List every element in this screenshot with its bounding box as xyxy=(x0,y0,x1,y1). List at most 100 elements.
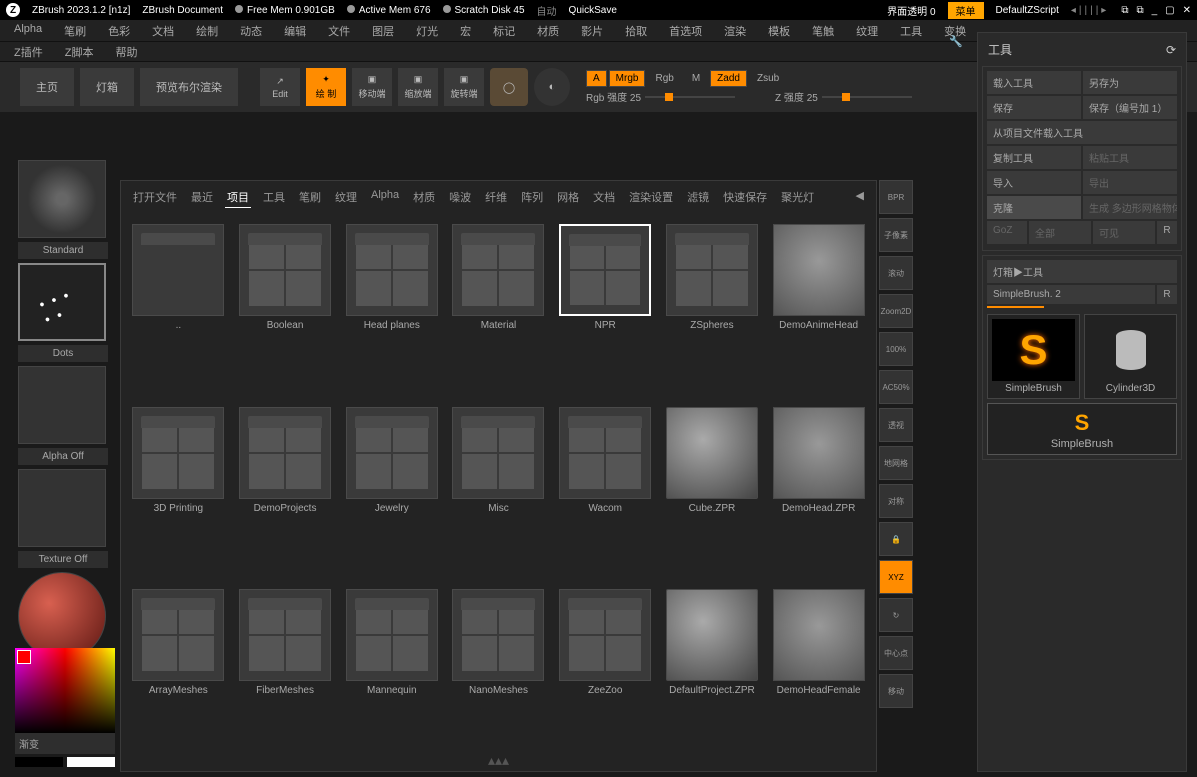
lightbox-item[interactable]: ArrayMeshes xyxy=(131,589,226,760)
canvas-tool-button[interactable]: BPR xyxy=(879,180,913,214)
canvas-tool-button[interactable]: 滚动 xyxy=(879,256,913,290)
menu-item[interactable]: Alpha xyxy=(10,23,46,39)
alpha-preview[interactable] xyxy=(18,366,106,444)
goz-all-button[interactable]: 全部 xyxy=(1029,221,1091,244)
clone-button[interactable]: 克隆 xyxy=(987,196,1081,219)
canvas-tool-button[interactable]: 子像素 xyxy=(879,218,913,252)
lightbox-tab[interactable]: 网格 xyxy=(555,187,581,208)
menu-item[interactable]: 笔刷 xyxy=(60,23,90,39)
lightbox-item[interactable]: DemoHeadFemale xyxy=(771,589,866,760)
lightbox-tab[interactable]: 项目 xyxy=(225,187,251,208)
switch-color[interactable] xyxy=(67,757,115,767)
lightbox-item[interactable]: Jewelry xyxy=(344,407,439,578)
quicksave-button[interactable]: QuickSave xyxy=(569,5,617,16)
canvas-tool-button[interactable]: 移动 xyxy=(879,674,913,708)
lightbox-item[interactable]: ZeeZoo xyxy=(558,589,653,760)
zsub-mode[interactable]: Zsub xyxy=(749,71,787,86)
canvas-tool-button[interactable]: 🔒 xyxy=(879,522,913,556)
menu-item[interactable]: Z脚本 xyxy=(61,44,98,60)
lightbox-item[interactable]: Misc xyxy=(451,407,546,578)
lightbox-item[interactable]: Cube.ZPR xyxy=(665,407,760,578)
tool-thumb-simplebrush[interactable]: S SimpleBrush xyxy=(987,314,1080,399)
save-as-button[interactable]: 另存为 xyxy=(1083,71,1177,94)
current-tool-label[interactable]: SimpleBrush. 2 xyxy=(987,285,1155,304)
goz-visible-button[interactable]: 可见 xyxy=(1093,221,1155,244)
menu-item[interactable]: 工具 xyxy=(896,23,926,39)
collapse-handle-icon[interactable]: ▴▴▴ xyxy=(488,752,509,769)
menu-item[interactable]: 拾取 xyxy=(621,23,651,39)
goz-r-button[interactable]: R xyxy=(1157,221,1177,244)
zadd-mode[interactable]: Zadd xyxy=(710,70,747,87)
close-icon[interactable]: ✕ xyxy=(1183,5,1191,16)
lightbox-tab[interactable]: 聚光灯 xyxy=(779,187,816,208)
lightbox-item[interactable]: DemoAnimeHead xyxy=(771,224,866,395)
load-from-project-button[interactable]: 从项目文件载入工具 xyxy=(987,121,1177,144)
menu-item[interactable]: 纹理 xyxy=(852,23,882,39)
move-mode-button[interactable]: ▣移动端 xyxy=(352,68,392,106)
edit-mode-button[interactable]: ↗Edit xyxy=(260,68,300,106)
lightbox-tab[interactable]: 最近 xyxy=(189,187,215,208)
history-slider-icon[interactable]: ◂||||▸ xyxy=(1071,5,1109,16)
canvas-tool-button[interactable]: 中心点 xyxy=(879,636,913,670)
lightbox-item[interactable]: 3D Printing xyxy=(131,407,226,578)
lightbox-button[interactable]: 灯箱 xyxy=(80,68,134,106)
material-preview[interactable] xyxy=(18,572,106,660)
lightbox-tab[interactable]: Alpha xyxy=(369,187,401,208)
draw-mode-button[interactable]: ✦绘 制 xyxy=(306,68,346,106)
z-intensity-slider[interactable]: Z 强度 25 xyxy=(775,89,912,104)
lightbox-tab[interactable]: 工具 xyxy=(261,187,287,208)
lightbox-item[interactable]: Boolean xyxy=(238,224,333,395)
save-button[interactable]: 保存 xyxy=(987,96,1081,119)
menu-item[interactable]: 色彩 xyxy=(104,23,134,39)
lightbox-item[interactable]: NanoMeshes xyxy=(451,589,546,760)
menu-item[interactable]: 灯光 xyxy=(412,23,442,39)
menu-item[interactable]: 材质 xyxy=(533,23,563,39)
lightbox-tab[interactable]: 文档 xyxy=(591,187,617,208)
current-tool-r[interactable]: R xyxy=(1157,285,1177,304)
menu-item[interactable]: 绘制 xyxy=(192,23,222,39)
canvas-tool-button[interactable]: AC50% xyxy=(879,370,913,404)
layout-icon[interactable]: ⧉ xyxy=(1121,5,1128,16)
paste-tool-button[interactable]: 粘贴工具 xyxy=(1083,146,1177,169)
menu-item[interactable]: 帮助 xyxy=(111,44,141,60)
lightbox-item[interactable]: NPR xyxy=(558,224,653,395)
sphere-button[interactable]: ◐ xyxy=(534,68,570,106)
color-swatch[interactable] xyxy=(17,650,31,664)
menu-item[interactable]: 模板 xyxy=(764,23,794,39)
lightbox-item[interactable]: FiberMeshes xyxy=(238,589,333,760)
subtool-simplebrush[interactable]: S SimpleBrush xyxy=(987,403,1177,455)
lightbox-item[interactable]: Head planes xyxy=(344,224,439,395)
stroke-preview[interactable] xyxy=(18,263,106,341)
wrench-icon[interactable]: 🔧 xyxy=(945,35,967,48)
menu-item[interactable]: 渲染 xyxy=(720,23,750,39)
import-button[interactable]: 导入 xyxy=(987,171,1081,194)
lightbox-tab[interactable]: 纤维 xyxy=(483,187,509,208)
lightbox-item[interactable]: Mannequin xyxy=(344,589,439,760)
tool-thumb-cylinder[interactable]: Cylinder3D xyxy=(1084,314,1177,399)
lightbox-tab[interactable]: 噪波 xyxy=(447,187,473,208)
menu-item[interactable]: 文档 xyxy=(148,23,178,39)
lightbox-item[interactable]: Wacom xyxy=(558,407,653,578)
brush-preview[interactable] xyxy=(18,160,106,238)
texture-preview[interactable] xyxy=(18,469,106,547)
menu-item[interactable]: 影片 xyxy=(577,23,607,39)
rgb-mode[interactable]: Rgb xyxy=(647,71,681,86)
lightbox-tab[interactable]: 笔刷 xyxy=(297,187,323,208)
menu-item[interactable]: 宏 xyxy=(456,23,475,39)
lightbox-tab[interactable]: 阵列 xyxy=(519,187,545,208)
rgb-intensity-slider[interactable]: Rgb 强度 25 xyxy=(586,89,735,104)
canvas-tool-button[interactable]: ↻ xyxy=(879,598,913,632)
lightbox-item[interactable]: DemoProjects xyxy=(238,407,333,578)
canvas-tool-button[interactable]: Zoom2D xyxy=(879,294,913,328)
gradient-label[interactable]: 渐变 xyxy=(15,733,115,754)
home-button[interactable]: 主页 xyxy=(20,68,74,106)
menu-item[interactable]: 动态 xyxy=(236,23,266,39)
m-mode[interactable]: M xyxy=(684,71,708,86)
menu-item[interactable]: 笔触 xyxy=(808,23,838,39)
canvas-tool-button[interactable]: 对称 xyxy=(879,484,913,518)
menu-item[interactable]: 文件 xyxy=(324,23,354,39)
mrgb-mode[interactable]: Mrgb xyxy=(609,70,646,87)
lightbox-item[interactable]: DemoHead.ZPR xyxy=(771,407,866,578)
lightbox-item[interactable]: DefaultProject.ZPR xyxy=(665,589,760,760)
menu-item[interactable]: 图层 xyxy=(368,23,398,39)
